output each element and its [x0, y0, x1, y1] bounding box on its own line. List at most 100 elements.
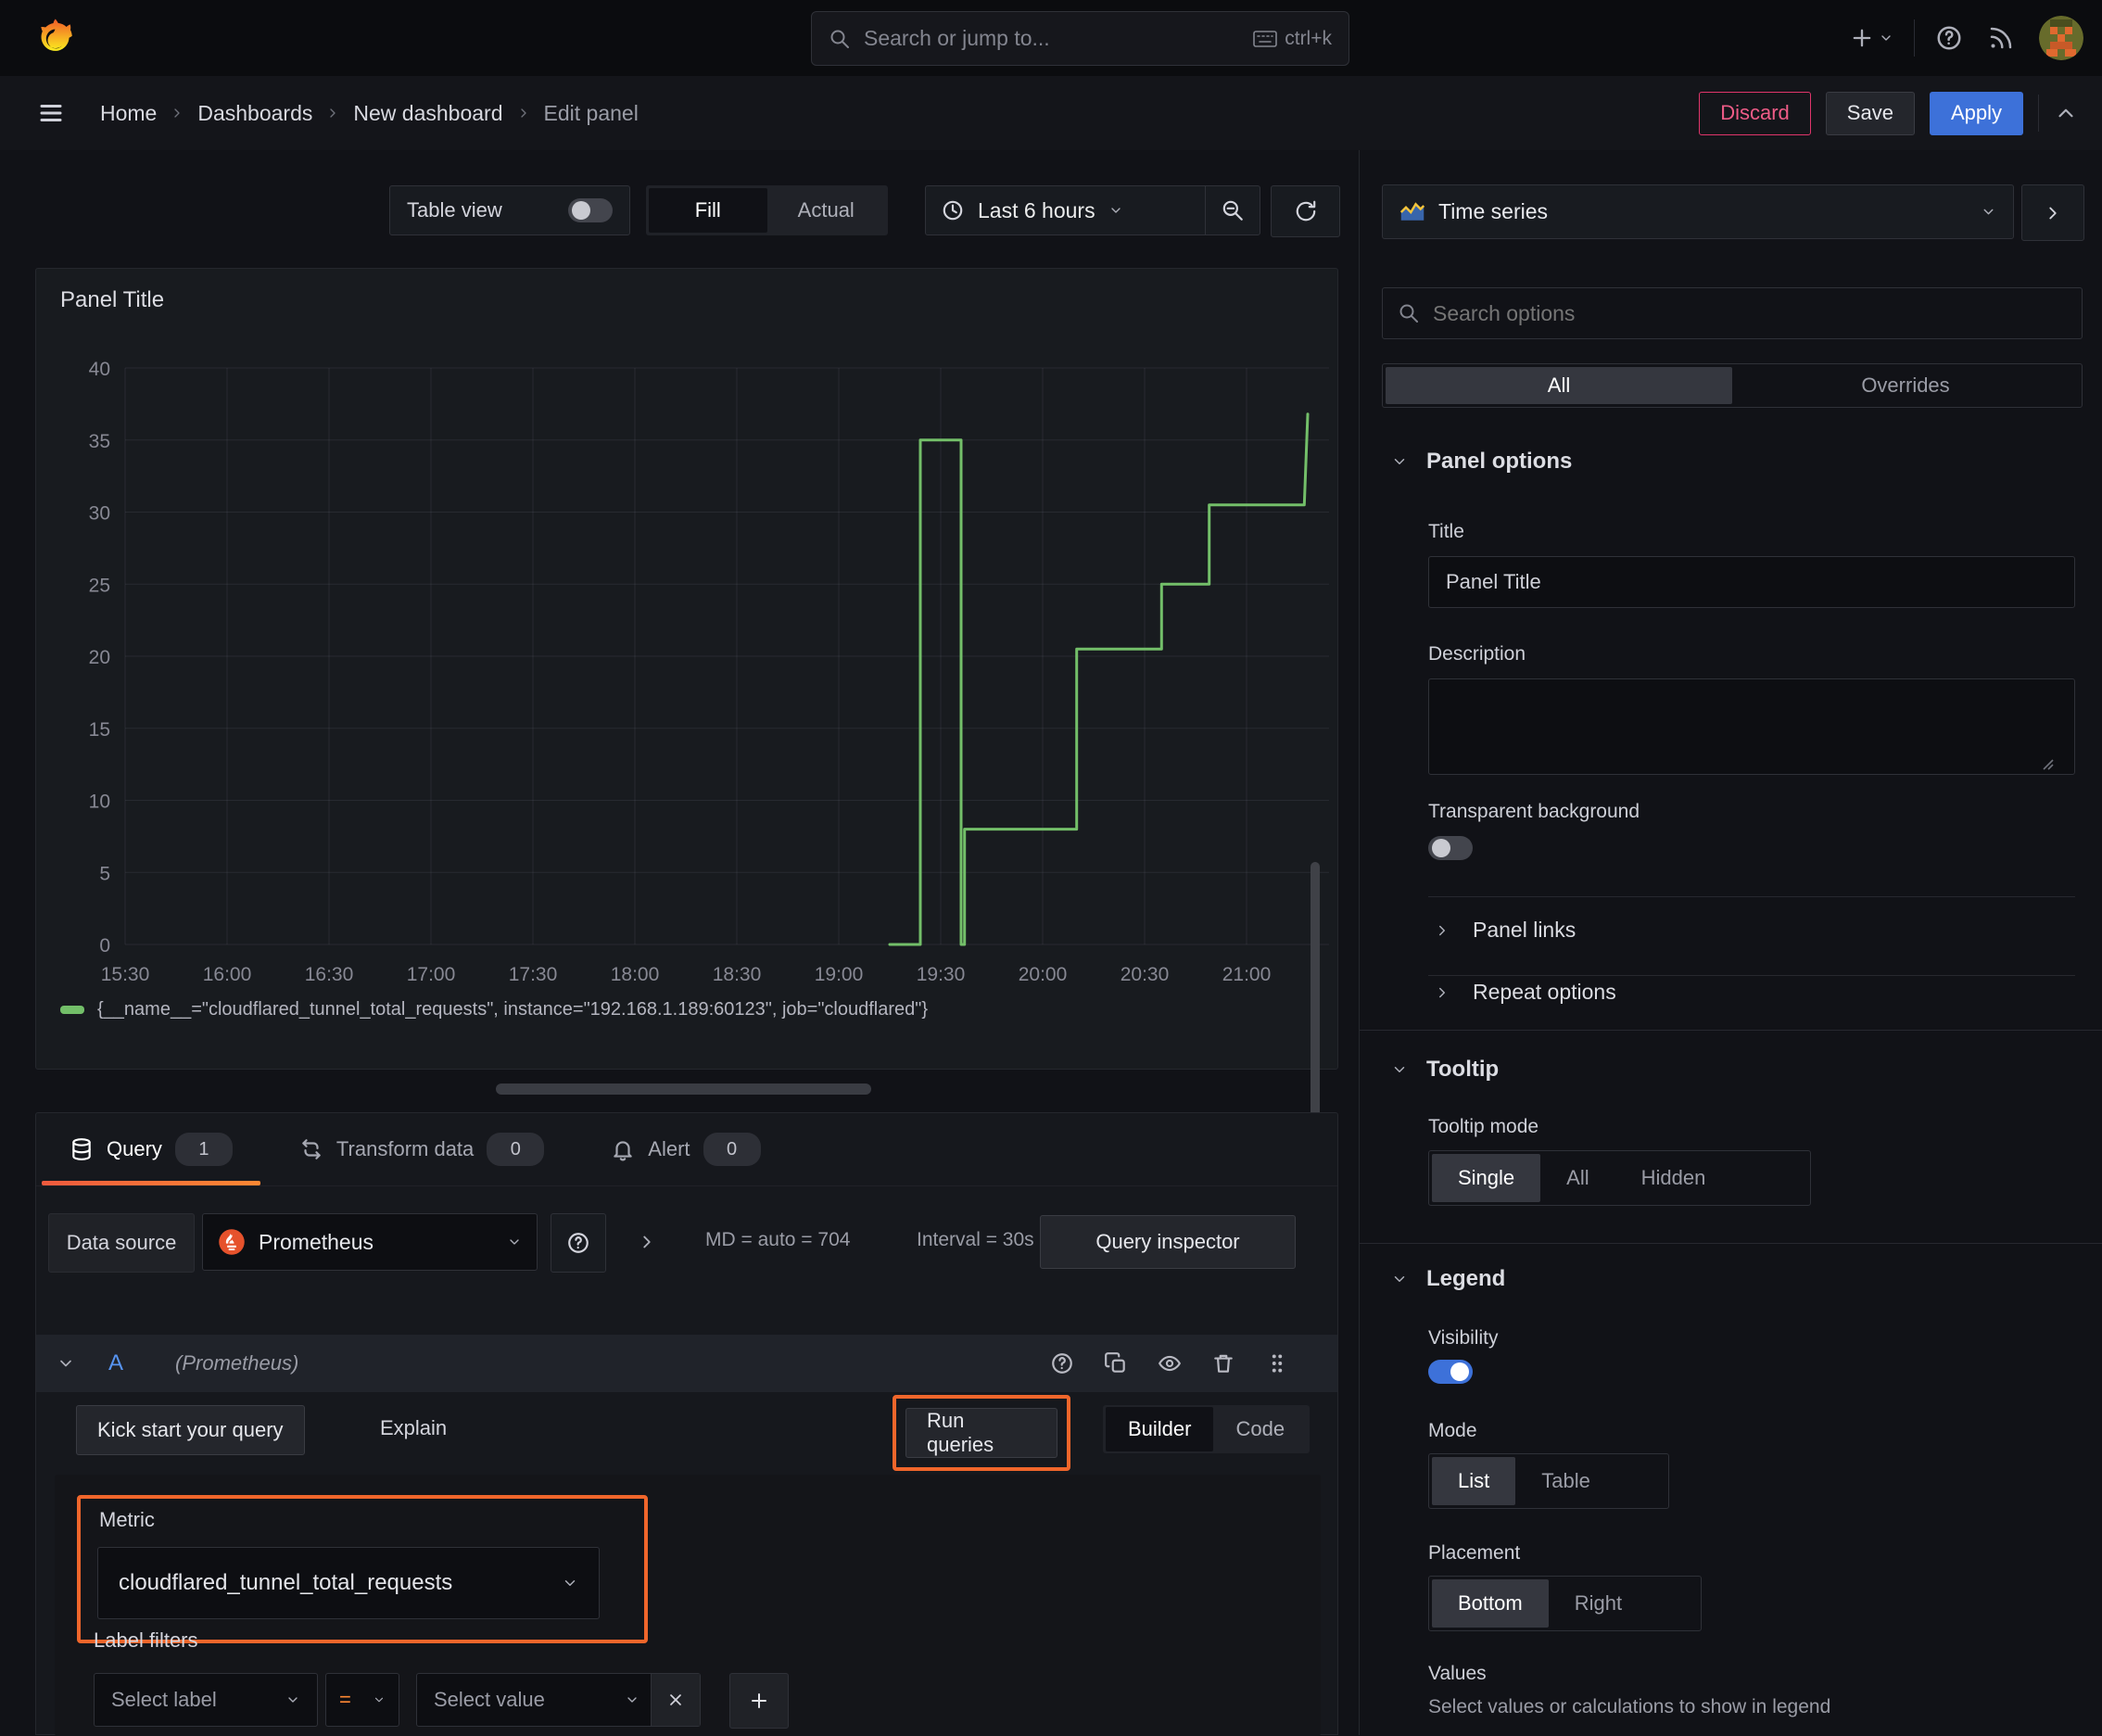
visibility-toggle[interactable]: [1428, 1360, 1473, 1384]
explain-label: Explain: [380, 1416, 448, 1439]
transparent-background-toggle[interactable]: [1428, 836, 1473, 860]
question-circle-icon: [1937, 26, 1961, 50]
run-queries-button[interactable]: Run queries: [905, 1408, 1057, 1458]
help-button[interactable]: [1935, 24, 1963, 52]
avatar[interactable]: [2039, 16, 2083, 60]
panel-title-input[interactable]: Panel Title: [1428, 556, 2075, 608]
tooltip-all-option[interactable]: All: [1540, 1154, 1614, 1202]
chevron-right-icon: [1439, 987, 1445, 997]
breadcrumb-bar: Home Dashboards New dashboard Edit panel…: [0, 76, 2102, 151]
svg-text:16:00: 16:00: [203, 964, 252, 985]
panel-options-sidebar: Time series All Overrides Panel options …: [1359, 150, 2102, 1735]
table-view-label: Table view: [407, 198, 502, 222]
add-filter-button[interactable]: [729, 1673, 789, 1729]
panel-links-section[interactable]: Panel links: [1434, 918, 1576, 943]
panel-options-heading[interactable]: Panel options: [1391, 449, 1572, 475]
query-inspector-button[interactable]: Query inspector: [1040, 1215, 1296, 1269]
search-bar[interactable]: ctrl+k: [811, 11, 1349, 66]
save-button[interactable]: Save: [1825, 91, 1915, 135]
repeat-options-section[interactable]: Repeat options: [1434, 980, 1616, 1005]
visualization-value: Time series: [1438, 199, 1548, 223]
legend-heading[interactable]: Legend: [1391, 1266, 1505, 1292]
news-button[interactable]: [1987, 24, 2015, 52]
search-input[interactable]: [862, 25, 1243, 52]
refresh-button[interactable]: [1271, 185, 1340, 237]
fill-option[interactable]: Fill: [649, 188, 767, 233]
clock-icon: [943, 200, 963, 221]
duplicate-icon[interactable]: [1104, 1351, 1128, 1375]
keyboard-icon: [1253, 30, 1278, 47]
drag-grip-icon[interactable]: [1265, 1351, 1289, 1375]
tooltip-single-option[interactable]: Single: [1432, 1154, 1541, 1202]
hide-response-eye-icon[interactable]: [1158, 1351, 1182, 1375]
breadcrumb-home[interactable]: Home: [100, 101, 157, 126]
tab-alert[interactable]: Alert 0: [577, 1113, 793, 1185]
tab-query-label: Query: [107, 1137, 162, 1160]
placement-bottom-option[interactable]: Bottom: [1432, 1579, 1549, 1628]
options-chevron-right-icon[interactable]: [637, 1232, 657, 1252]
chevron-right-icon: [174, 108, 181, 118]
code-option[interactable]: Code: [1213, 1407, 1307, 1451]
caret-down-icon: [374, 1697, 384, 1703]
breadcrumb-dashboards[interactable]: Dashboards: [197, 101, 312, 126]
query-row-header[interactable]: A (Prometheus): [36, 1335, 1337, 1392]
tooltip-mode-switch: Single All Hidden: [1428, 1150, 1811, 1206]
question-circle-icon: [568, 1233, 589, 1253]
chevron-right-icon: [2049, 207, 2057, 219]
resize-handle-icon[interactable]: [2041, 757, 2054, 770]
prometheus-icon: [219, 1229, 245, 1255]
search-options-input[interactable]: [1431, 299, 2067, 327]
operator-dropdown[interactable]: =: [325, 1673, 399, 1727]
select-label-dropdown[interactable]: Select label: [94, 1673, 318, 1727]
apply-button[interactable]: Apply: [1929, 91, 2023, 135]
collapse-chevron-up-icon[interactable]: [2054, 101, 2078, 125]
metric-select[interactable]: cloudflared_tunnel_total_requests: [97, 1547, 600, 1619]
tab-overrides[interactable]: Overrides: [1732, 367, 2079, 404]
query-help-icon[interactable]: [1050, 1351, 1074, 1375]
datasource-help-button[interactable]: [551, 1213, 606, 1273]
collapse-caret-down-icon[interactable]: [57, 1354, 75, 1373]
svg-text:20:30: 20:30: [1121, 964, 1170, 985]
resize-drag-handle[interactable]: [496, 1083, 871, 1095]
tooltip-heading[interactable]: Tooltip: [1391, 1057, 1499, 1083]
legend-list-option[interactable]: List: [1432, 1457, 1516, 1505]
toggle-viz-picker-button[interactable]: [2021, 184, 2084, 241]
breadcrumb-new-dashboard[interactable]: New dashboard: [353, 101, 502, 126]
svg-text:17:00: 17:00: [407, 964, 456, 985]
refresh-icon: [1296, 200, 1315, 222]
table-view-toggle[interactable]: [568, 198, 613, 222]
database-icon: [72, 1138, 91, 1160]
remove-query-trash-icon[interactable]: [1211, 1351, 1235, 1375]
svg-text:20:00: 20:00: [1019, 964, 1068, 985]
time-series-chart[interactable]: 15:30 16:00 16:30 17:00 17:30 18:00 18:30 19:00…: [36, 269, 1337, 1069]
placement-right-option[interactable]: Right: [1549, 1579, 1648, 1628]
datasource-value: Prometheus: [259, 1229, 374, 1254]
discard-button[interactable]: Discard: [1699, 91, 1811, 135]
new-button[interactable]: [1849, 25, 1893, 51]
grafana-logo[interactable]: [33, 17, 74, 59]
search-options-field[interactable]: [1382, 287, 2083, 339]
tab-query[interactable]: Query 1: [36, 1113, 266, 1185]
chevron-right-icon: [330, 108, 336, 118]
datasource-picker[interactable]: Prometheus: [202, 1213, 538, 1271]
kick-start-query-button[interactable]: Kick start your query: [76, 1405, 305, 1455]
description-textarea[interactable]: [1428, 678, 2075, 775]
svg-text:25: 25: [89, 575, 110, 596]
caret-down-icon: [510, 1239, 519, 1245]
actual-option[interactable]: Actual: [767, 188, 886, 233]
menu-button[interactable]: [37, 99, 65, 127]
legend-label[interactable]: {__name__="cloudflared_tunnel_total_requ…: [97, 999, 928, 1020]
builder-option[interactable]: Builder: [1106, 1407, 1214, 1451]
tab-all[interactable]: All: [1386, 367, 1732, 404]
select-value-dropdown[interactable]: Select value: [416, 1673, 701, 1727]
zoom-out-button[interactable]: [1206, 198, 1260, 222]
tooltip-hidden-option[interactable]: Hidden: [1615, 1154, 1732, 1202]
remove-filter-button[interactable]: [651, 1674, 700, 1726]
legend-table-option[interactable]: Table: [1515, 1457, 1616, 1505]
time-range-picker[interactable]: Last 6 hours: [925, 185, 1260, 235]
tab-transform[interactable]: Transform data 0: [266, 1113, 577, 1185]
visualization-picker[interactable]: Time series: [1382, 184, 2014, 239]
select-label-placeholder: Select label: [111, 1688, 217, 1711]
tooltip-heading-label: Tooltip: [1426, 1057, 1500, 1082]
divider: [1428, 975, 2075, 976]
